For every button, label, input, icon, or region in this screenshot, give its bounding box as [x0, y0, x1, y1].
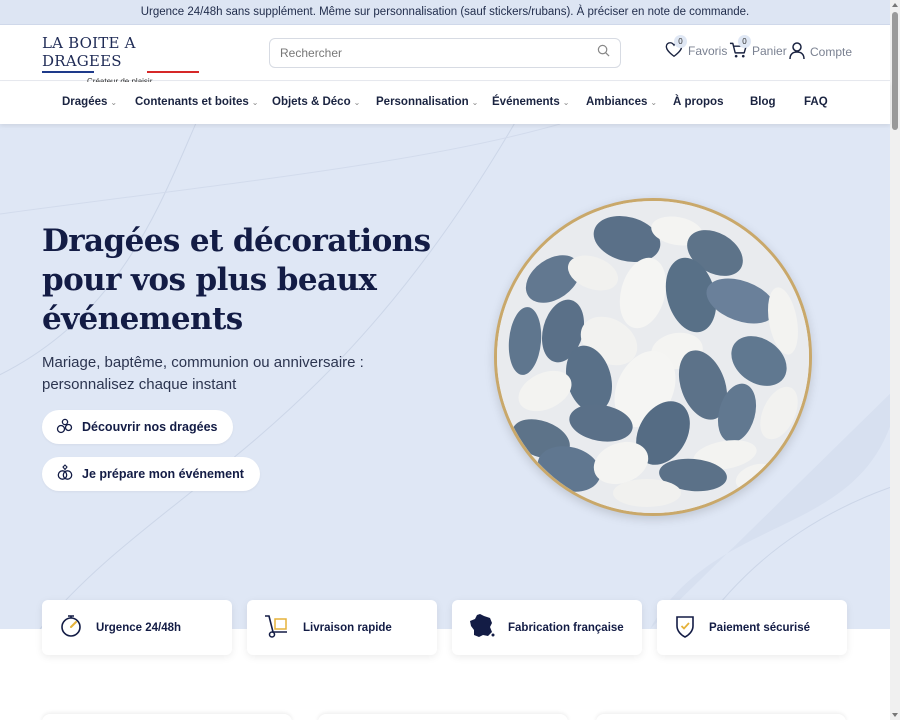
scroll-down-arrow-icon[interactable]	[892, 713, 898, 717]
nav-item-blog[interactable]: Blog	[750, 96, 776, 108]
hero-subtitle: Mariage, baptême, communion ou anniversa…	[42, 354, 364, 393]
favorites-label: Favoris	[688, 44, 728, 58]
dragees-bowl-image	[494, 198, 812, 516]
favorites-count-badge: 0	[674, 35, 687, 48]
logo-flag-stripe	[42, 71, 199, 73]
main-nav: Dragées ⌄ Contenants et boites ⌄ Objets & …	[0, 82, 890, 124]
nav-item-contenants[interactable]: Contenants et boites ⌄	[135, 96, 258, 108]
chevron-down-icon: ⌄	[110, 97, 118, 107]
nav-label: Événements	[492, 96, 560, 108]
chevron-down-icon: ⌄	[251, 97, 259, 107]
nav-item-evenements[interactable]: Événements ⌄	[492, 96, 569, 108]
hand-truck-icon	[263, 613, 291, 642]
discover-dragees-button[interactable]: Découvrir nos dragées	[42, 410, 234, 444]
nav-label: Ambiances	[586, 96, 648, 108]
nav-item-objets-deco[interactable]: Objets & Déco ⌄	[272, 96, 360, 108]
cart-label: Panier	[752, 44, 787, 58]
rings-icon	[56, 463, 74, 485]
search-box	[269, 38, 621, 68]
announcement-bar: Urgence 24/48h sans supplément. Même sur…	[0, 0, 890, 25]
chevron-down-icon: ⌄	[471, 97, 479, 107]
nav-label: Objets & Déco	[272, 96, 351, 108]
account-link[interactable]: Compte	[788, 41, 852, 63]
cart-link[interactable]: 0 Panier	[728, 35, 787, 61]
discover-dragees-label: Découvrir nos dragées	[82, 420, 218, 434]
hero-title: Dragées et décorations pour vos plus bea…	[42, 223, 431, 337]
scrollbar-thumb[interactable]	[892, 12, 898, 130]
nav-item-faq[interactable]: FAQ	[804, 96, 828, 108]
feature-livraison-label: Livraison rapide	[303, 621, 392, 634]
france-map-icon	[468, 612, 496, 643]
feature-fabrication: Fabrication française	[452, 600, 642, 655]
next-section-cards-peek	[0, 708, 890, 720]
feature-urgence: Urgence 24/48h	[42, 600, 232, 655]
search-input[interactable]	[280, 46, 597, 60]
prepare-event-button[interactable]: Je prépare mon événement	[42, 457, 260, 491]
logo[interactable]: LA BOITE A DRAGEES Créateur de plaisir	[42, 34, 202, 86]
account-label: Compte	[810, 45, 853, 59]
user-icon	[788, 41, 806, 63]
feature-urgence-label: Urgence 24/48h	[96, 621, 182, 634]
feature-livraison: Livraison rapide	[247, 600, 437, 655]
nav-label: Personnalisation	[376, 96, 469, 108]
cart-count-badge: 0	[738, 35, 751, 48]
scroll-up-arrow-icon[interactable]	[892, 3, 898, 7]
nav-label: FAQ	[804, 96, 828, 108]
feature-paiement: Paiement sécurisé	[657, 600, 847, 655]
feature-fabrication-label: Fabrication française	[508, 621, 624, 634]
site-header: LA BOITE A DRAGEES Créateur de plaisir 0…	[0, 25, 890, 86]
hero-section: Dragées et décorations pour vos plus bea…	[0, 124, 890, 629]
shield-check-icon	[673, 613, 697, 642]
prepare-event-label: Je prépare mon événement	[82, 467, 244, 481]
dragees-icon	[56, 418, 74, 437]
nav-label: À propos	[673, 96, 724, 108]
nav-item-dragees[interactable]: Dragées ⌄	[62, 96, 117, 108]
page-scrollbar[interactable]	[890, 0, 900, 720]
nav-label: Dragées	[62, 96, 108, 108]
search-icon[interactable]	[597, 44, 610, 62]
nav-item-ambiances[interactable]: Ambiances ⌄	[586, 96, 657, 108]
nav-item-personnalisation[interactable]: Personnalisation ⌄	[376, 96, 478, 108]
feature-paiement-label: Paiement sécurisé	[709, 621, 811, 634]
nav-item-a-propos[interactable]: À propos	[673, 96, 723, 108]
nav-label: Blog	[750, 96, 776, 108]
stopwatch-icon	[58, 613, 84, 642]
chevron-down-icon: ⌄	[353, 97, 361, 107]
chevron-down-icon: ⌄	[562, 97, 570, 107]
nav-label: Contenants et boites	[135, 96, 249, 108]
favorites-link[interactable]: 0 Favoris	[664, 35, 728, 61]
logo-title: LA BOITE A DRAGEES	[42, 34, 136, 70]
chevron-down-icon: ⌄	[650, 97, 658, 107]
announcement-text: Urgence 24/48h sans supplément. Même sur…	[140, 6, 750, 18]
